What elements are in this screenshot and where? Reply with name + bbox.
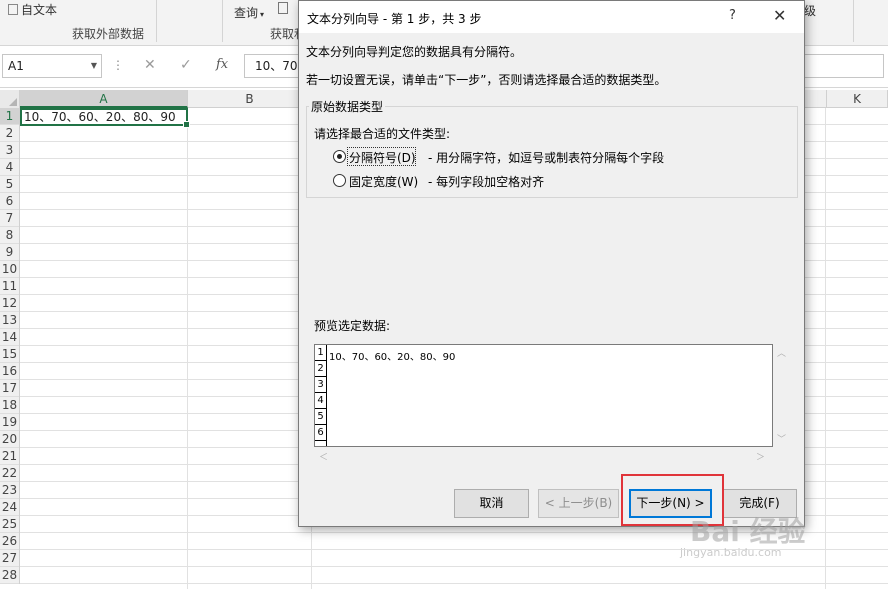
row-header[interactable]: 16: [0, 363, 19, 380]
scroll-up-icon[interactable]: ︿: [777, 346, 786, 359]
row-header[interactable]: 20: [0, 431, 19, 448]
preview-row-numbers: 123456: [315, 345, 327, 446]
row-headers: 1 2 3 4 5 6 7 8 9 10 11 12 13 14 15 16 17 18 19 20 21 22 23 24 2…: [0, 108, 20, 584]
intro-text-1: 文本分列向导判定您的数据具有分隔符。: [306, 45, 523, 59]
group-label-external-data: 获取外部数据: [72, 27, 145, 41]
row-header[interactable]: 17: [0, 380, 19, 397]
row-header[interactable]: 22: [0, 465, 19, 482]
row-header[interactable]: 7: [0, 210, 19, 227]
enter-icon[interactable]: ✓: [180, 57, 192, 73]
intro-text-2: 若一切设置无误，请单击“下一步”，否则请选择最合适的数据类型。: [306, 73, 667, 87]
option-fixed-label[interactable]: 固定宽度(W): [349, 173, 418, 190]
preview-box[interactable]: 123456 10、70、60、20、80、90: [314, 344, 773, 447]
option-fixed-desc: - 每列字段加空格对齐: [428, 175, 545, 189]
scroll-down-icon[interactable]: ﹀: [777, 432, 786, 445]
grid-line: [825, 108, 826, 589]
text-to-columns-dialog: 文本分列向导 - 第 1 步，共 3 步 ? ✕ 文本分列向导判定您的数据具有分…: [298, 0, 805, 527]
cell-a1[interactable]: 10、70、60、20、80、90: [20, 108, 190, 128]
column-header-b[interactable]: B: [188, 90, 312, 108]
row-header[interactable]: 25: [0, 516, 19, 533]
advanced-button[interactable]: 级: [804, 2, 816, 19]
column-header-a[interactable]: A: [20, 90, 188, 108]
row-header[interactable]: 19: [0, 414, 19, 431]
row-header[interactable]: 10: [0, 261, 19, 278]
row-header[interactable]: 24: [0, 499, 19, 516]
radio-delimited[interactable]: [333, 150, 346, 163]
row-header[interactable]: 18: [0, 397, 19, 414]
dialog-title-bar[interactable]: 文本分列向导 - 第 1 步，共 3 步 ? ✕: [299, 1, 804, 33]
choose-type-label: 请选择最合适的文件类型:: [314, 127, 451, 141]
preview-row-number: 2: [315, 361, 326, 377]
text-file-icon: [8, 4, 18, 15]
close-icon[interactable]: ✕: [773, 6, 786, 25]
help-icon[interactable]: ?: [729, 8, 736, 23]
preview-row-number: 6: [315, 425, 326, 441]
query-button[interactable]: 查询 ▾: [234, 4, 264, 21]
column-header-k[interactable]: K: [826, 90, 888, 108]
group-title: 原始数据类型: [309, 98, 386, 115]
insert-function-icon[interactable]: fx: [216, 57, 228, 72]
preview-text: 10、70、60、20、80、90: [329, 352, 456, 363]
grid-line: [20, 583, 888, 584]
row-header[interactable]: 1: [0, 108, 19, 125]
preview-label: 预览选定数据:: [314, 319, 391, 333]
scroll-right-icon[interactable]: ＞: [756, 450, 765, 463]
row-header[interactable]: 12: [0, 295, 19, 312]
watermark-brand: Bai 经验: [690, 515, 806, 548]
chevron-down-icon[interactable]: ▼: [91, 55, 97, 77]
row-header[interactable]: 23: [0, 482, 19, 499]
ribbon-separator: [853, 0, 854, 42]
chevron-down-icon: ▾: [260, 10, 265, 19]
row-header[interactable]: 14: [0, 329, 19, 346]
row-header[interactable]: 2: [0, 125, 19, 142]
row-header[interactable]: 26: [0, 533, 19, 550]
query-icon[interactable]: [278, 2, 288, 17]
ribbon-separator: [222, 0, 223, 42]
row-header[interactable]: 3: [0, 142, 19, 159]
name-box[interactable]: A1 ▼: [2, 54, 102, 78]
preview-horizontal-scrollbar[interactable]: ＜ ＞: [314, 447, 773, 464]
cancel-button[interactable]: 取消: [454, 489, 529, 518]
grid-line: [187, 108, 188, 589]
radio-fixed-width[interactable]: [333, 174, 346, 187]
preview-row-number: 1: [315, 345, 326, 361]
row-header[interactable]: 8: [0, 227, 19, 244]
ribbon-separator: [156, 0, 157, 42]
row-header[interactable]: 4: [0, 159, 19, 176]
dialog-title: 文本分列向导 - 第 1 步，共 3 步: [307, 12, 482, 26]
preview-vertical-scrollbar[interactable]: ︿ ﹀: [773, 344, 790, 447]
row-header[interactable]: 6: [0, 193, 19, 210]
scroll-left-icon[interactable]: ＜: [319, 450, 328, 463]
preview-row-number: 5: [315, 409, 326, 425]
watermark-url: jingyan.baidu.com: [680, 546, 782, 559]
preview-row-number: 3: [315, 377, 326, 393]
from-text-button[interactable]: 自文本: [8, 1, 57, 18]
row-header[interactable]: 15: [0, 346, 19, 363]
row-header[interactable]: 13: [0, 312, 19, 329]
row-header[interactable]: 21: [0, 448, 19, 465]
back-button[interactable]: < 上一步(B): [538, 489, 619, 518]
preview-row-number: 4: [315, 393, 326, 409]
row-header[interactable]: 5: [0, 176, 19, 193]
grid-line: [20, 566, 888, 567]
watermark: Bai 经验 jingyan.baidu.com: [680, 510, 806, 559]
select-all-corner[interactable]: [0, 90, 20, 108]
cancel-icon[interactable]: ✕: [144, 57, 156, 73]
row-header[interactable]: 9: [0, 244, 19, 261]
option-delimited-label[interactable]: 分隔符号(D): [349, 149, 416, 166]
option-delimited-desc: - 用分隔字符，如逗号或制表符分隔每个字段: [428, 151, 665, 165]
more-options-icon[interactable]: ⋮: [112, 58, 124, 72]
row-header[interactable]: 11: [0, 278, 19, 295]
row-header[interactable]: 27: [0, 550, 19, 567]
row-header[interactable]: 28: [0, 567, 19, 584]
